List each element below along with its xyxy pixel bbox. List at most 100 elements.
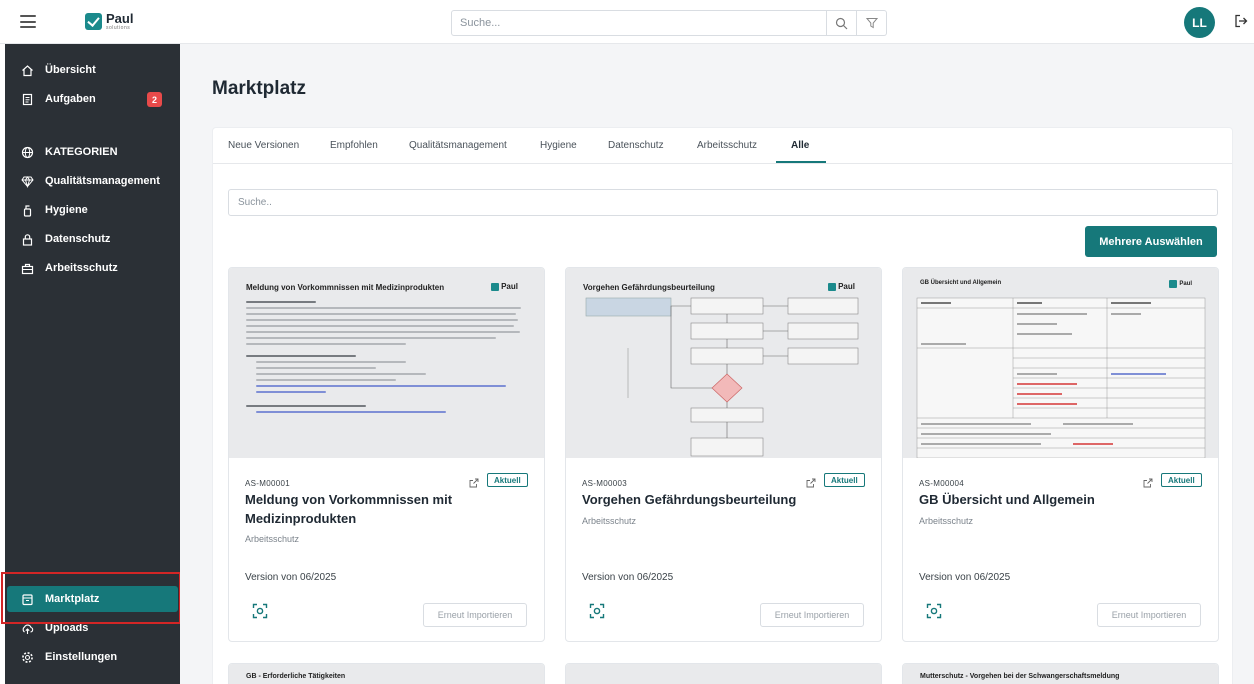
document-card: Meldung von Vorkommnissen mit Medizinpro… [228, 267, 545, 642]
upload-icon [20, 621, 35, 636]
clipboard-icon [20, 92, 35, 107]
reimport-button[interactable]: Erneut Importieren [423, 603, 527, 627]
lock-icon [20, 232, 35, 247]
filter-icon [865, 18, 878, 29]
sidebar-item-kategorien[interactable]: KATEGORIEN [7, 139, 178, 165]
preview-scan-icon [589, 603, 605, 619]
checkmark-logo-icon [491, 282, 500, 291]
globe-icon [20, 145, 35, 160]
external-link-icon [469, 478, 479, 488]
document-card-partial: GB - Erforderliche Tätigkeiten [228, 663, 545, 684]
select-multiple-button[interactable]: Mehrere Auswählen [1085, 226, 1217, 257]
sidebar-item-aufgaben[interactable]: Aufgaben 2 [7, 86, 178, 112]
checkmark-logo-icon [85, 13, 102, 30]
sidebar-item-label: Hygiene [45, 204, 88, 216]
external-link-icon [806, 478, 816, 488]
global-search [451, 10, 887, 36]
document-thumbnail[interactable]: Mutterschutz - Vorgehen bei der Schwange… [903, 664, 1218, 684]
document-code: AS-M00003 [582, 479, 627, 488]
search-icon [835, 17, 848, 29]
sidebar-item-einstellungen[interactable]: Einstellungen [7, 644, 178, 670]
sidebar-item-label: Übersicht [45, 64, 96, 76]
preview-button[interactable] [926, 603, 942, 624]
gear-icon [20, 650, 35, 665]
thumbnail-title: GB - Erforderliche Tätigkeiten [246, 673, 346, 680]
thumbnail-logo: Paul [491, 282, 518, 291]
reimport-button[interactable]: Erneut Importieren [760, 603, 864, 627]
document-version: Version von 06/2025 [919, 572, 1011, 583]
logo-name: Paul [106, 11, 134, 26]
sidebar-item-label: Arbeitsschutz [45, 262, 118, 274]
sidebar-item-hygiene[interactable]: Hygiene [7, 197, 178, 223]
status-badge: Aktuell [1161, 473, 1202, 487]
document-category: Arbeitsschutz [919, 516, 974, 526]
logo-subtitle: solutions [106, 25, 131, 31]
filter-button[interactable] [857, 10, 887, 36]
top-bar: Paul solutions LL [0, 0, 1254, 44]
active-tab-indicator [776, 161, 826, 163]
category-tabs: Neue Versionen Empfohlen Qualitätsmanage… [213, 128, 1232, 164]
store-icon [20, 592, 35, 607]
document-thumbnail[interactable]: Vorgehen Gefährdungsbeurteilung Paul [566, 268, 881, 458]
document-title: GB Übersicht und Allgemein [919, 492, 1095, 507]
sidebar-item-label: Einstellungen [45, 651, 118, 663]
sidebar-item-uploads[interactable]: Uploads [7, 615, 178, 641]
sidebar-item-arbeitsschutz[interactable]: Arbeitsschutz [7, 255, 178, 281]
document-thumbnail[interactable]: Meldung von Vorkommnissen mit Medizinpro… [229, 268, 544, 458]
global-search-input[interactable] [451, 10, 827, 36]
page-title: Marktplatz [212, 78, 306, 99]
thumbnail-title: Meldung von Vorkommnissen mit Medizinpro… [246, 283, 445, 292]
document-category: Arbeitsschutz [582, 516, 637, 526]
preview-scan-icon [252, 603, 268, 619]
sidebar-item-label: Uploads [45, 622, 89, 634]
document-code: AS-M00004 [919, 479, 964, 488]
marketplace-panel: Neue Versionen Empfohlen Qualitätsmanage… [212, 127, 1233, 684]
tab-arbeitsschutz[interactable]: Arbeitsschutz [697, 140, 757, 151]
flowchart-preview [585, 297, 859, 457]
sidebar: Übersicht Aufgaben 2 KATEGORIEN Qualität… [5, 44, 180, 684]
tab-qualitaetsmanagement[interactable]: Qualitätsmanagement [409, 140, 507, 151]
tab-datenschutz[interactable]: Datenschutz [608, 140, 664, 151]
document-category: Arbeitsschutz [245, 534, 300, 544]
document-thumbnail[interactable] [566, 664, 881, 684]
sidebar-item-datenschutz[interactable]: Datenschutz [7, 226, 178, 252]
document-card: GB Übersicht und Allgemein Paul AS-M0000… [902, 267, 1219, 642]
task-count-badge: 2 [147, 92, 162, 107]
menu-toggle-icon[interactable] [20, 15, 36, 28]
sidebar-item-label: Datenschutz [45, 233, 111, 245]
sidebar-item-marktplatz[interactable]: Marktplatz [7, 586, 178, 612]
document-title: Vorgehen Gefährdungsbeurteilung [582, 492, 797, 507]
document-card: Vorgehen Gefährdungsbeurteilung Paul AS-… [565, 267, 882, 642]
tab-neue-versionen[interactable]: Neue Versionen [228, 140, 299, 151]
sidebar-item-uebersicht[interactable]: Übersicht [7, 57, 178, 83]
reimport-button[interactable]: Erneut Importieren [1097, 603, 1201, 627]
user-avatar[interactable]: LL [1184, 7, 1215, 38]
thumbnail-title: Mutterschutz - Vorgehen bei der Schwange… [920, 673, 1120, 680]
logout-button[interactable] [1234, 14, 1248, 33]
app-logo[interactable]: Paul solutions [85, 12, 133, 31]
table-preview [916, 297, 1206, 458]
document-code: AS-M00001 [245, 479, 290, 488]
search-button[interactable] [827, 10, 857, 36]
status-badge: Aktuell [824, 473, 865, 487]
status-badge: Aktuell [487, 473, 528, 487]
bottle-icon [20, 203, 35, 218]
marketplace-search-input[interactable] [228, 189, 1218, 216]
thumbnail-logo-text: Paul [501, 282, 518, 291]
home-icon [20, 63, 35, 78]
external-link-icon [1143, 478, 1153, 488]
toolbox-icon [20, 261, 35, 276]
tab-alle[interactable]: Alle [791, 140, 809, 151]
preview-button[interactable] [589, 603, 605, 624]
document-version: Version von 06/2025 [245, 572, 337, 583]
document-thumbnail[interactable]: GB - Erforderliche Tätigkeiten [229, 664, 544, 684]
diamond-icon [20, 174, 35, 189]
document-card-partial [565, 663, 882, 684]
tab-hygiene[interactable]: Hygiene [540, 140, 577, 151]
document-card-partial: Mutterschutz - Vorgehen bei der Schwange… [902, 663, 1219, 684]
sidebar-item-label: Qualitätsmanagement [45, 175, 160, 187]
tab-empfohlen[interactable]: Empfohlen [330, 140, 378, 151]
document-thumbnail[interactable]: GB Übersicht und Allgemein Paul [903, 268, 1218, 458]
sidebar-item-qualitaetsmanagement[interactable]: Qualitätsmanagement [7, 168, 178, 194]
preview-button[interactable] [252, 603, 268, 624]
